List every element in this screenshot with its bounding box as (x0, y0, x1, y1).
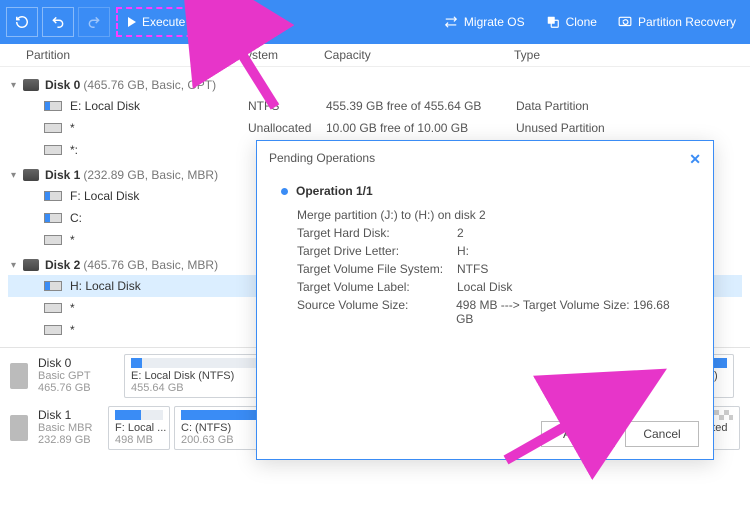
volume-icon (44, 101, 62, 111)
col-type: Type (514, 48, 740, 62)
operation-detail-row: Source Volume Size:498 MB ---> Target Vo… (281, 296, 689, 328)
main-toolbar: Execute 1 Operation Migrate OS Clone Par… (0, 0, 750, 44)
col-capacity: Capacity (324, 48, 514, 62)
play-icon (128, 17, 136, 27)
apply-button[interactable]: Apply (541, 421, 615, 447)
operation-detail-row: Target Hard Disk:2 (281, 224, 689, 242)
pending-operations-dialog: Pending Operations ✕ Operation 1/1 Merge… (256, 140, 714, 460)
volume-row[interactable]: E: Local DiskNTFS455.39 GB free of 455.6… (8, 95, 742, 117)
disk-icon (23, 259, 39, 271)
volume-icon (44, 213, 62, 223)
volume-row[interactable]: *Unallocated10.00 GB free of 10.00 GBUnu… (8, 117, 742, 139)
col-partition: Partition (26, 48, 246, 62)
operation-detail-row: Target Volume Label:Local Disk (281, 278, 689, 296)
undo-button[interactable] (42, 7, 74, 37)
dialog-title: Pending Operations (269, 151, 375, 168)
dialog-close-button[interactable]: ✕ (689, 151, 701, 168)
volume-icon (44, 191, 62, 201)
operation-detail-row: Target Volume File System:NTFS (281, 260, 689, 278)
volume-icon (44, 303, 62, 313)
volume-icon (44, 325, 62, 335)
partition-recovery-button[interactable]: Partition Recovery (617, 15, 736, 29)
hdd-icon (10, 363, 28, 389)
disk-icon (23, 169, 39, 181)
volume-icon (44, 145, 62, 155)
cancel-button[interactable]: Cancel (625, 421, 699, 447)
disk-icon (23, 79, 39, 91)
partition-segment[interactable]: F: Local ...498 MB (108, 406, 170, 450)
volume-icon (44, 235, 62, 245)
refresh-button[interactable] (6, 7, 38, 37)
volume-icon (44, 281, 62, 291)
migrate-os-button[interactable]: Migrate OS (443, 15, 525, 29)
execute-operations-button[interactable]: Execute 1 Operation (116, 7, 263, 37)
operation-description: Merge partition (J:) to (H:) on disk 2 (281, 206, 689, 224)
volume-icon (44, 123, 62, 133)
redo-button[interactable] (78, 7, 110, 37)
partition-segment[interactable]: C: (NTFS)200.63 GB (174, 406, 264, 450)
hdd-icon (10, 415, 28, 441)
execute-label: Execute 1 Operation (142, 15, 251, 29)
column-headers: Partition ystem Capacity Type (0, 44, 750, 67)
operation-heading: Operation 1/1 (281, 184, 689, 198)
clone-button[interactable]: Clone (545, 15, 597, 29)
col-filesystem: ystem (246, 48, 324, 62)
disk-row[interactable]: ▾Disk 0(465.76 GB, Basic, GPT) (8, 75, 742, 95)
operation-detail-row: Target Drive Letter:H: (281, 242, 689, 260)
